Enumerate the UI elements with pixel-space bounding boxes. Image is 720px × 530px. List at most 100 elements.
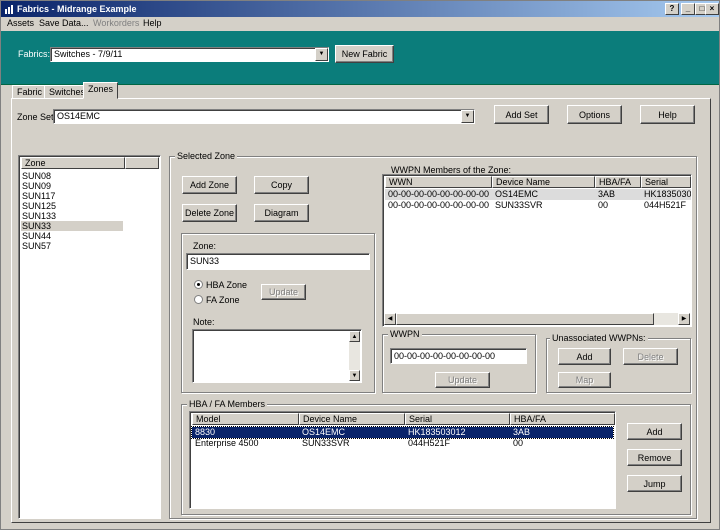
chevron-down-icon[interactable]: ▼ — [315, 48, 328, 61]
zone-set-select-value: OS14EMC — [57, 111, 101, 121]
hba-fa-cell: 00 — [598, 200, 609, 210]
device-name-cell: SUN33SVR — [302, 438, 350, 448]
serial-cell: HK18350301: — [644, 189, 691, 199]
close-button[interactable]: × — [705, 3, 719, 15]
wwpn-field[interactable]: 00-00-00-00-00-00-00-00 — [390, 348, 527, 364]
tab-zones[interactable]: Zones — [83, 82, 119, 99]
wwpn-members-table[interactable]: WWN Device Name HBA/FA Serial 00-00-00-0… — [382, 174, 692, 327]
delete-zone-button[interactable]: Delete Zone — [182, 204, 237, 222]
menu-bar: Assets Save Data... Workorders Help — [1, 17, 719, 31]
fabric-bar: Fabrics: Switches - 7/9/11 ▼ New Fabric — [1, 31, 719, 85]
menu-save-data[interactable]: Save Data... — [39, 18, 89, 28]
hba-add-button[interactable]: Add — [627, 423, 682, 440]
table-row[interactable]: 00-00-00-00-00-00-00-00 OS14EMC 3AB HK18… — [385, 189, 691, 200]
app-icon — [5, 5, 13, 14]
zone-list[interactable]: Zone SUN08 SUN09 SUN117 SUN125 SUN133 SU… — [18, 155, 161, 519]
add-zone-button[interactable]: Add Zone — [182, 176, 237, 194]
model-column-header[interactable]: Model — [192, 413, 299, 425]
minimize-button[interactable]: _ — [681, 3, 695, 15]
zone-list-item[interactable]: SUN44 — [21, 231, 51, 241]
device-name-column-header[interactable]: Device Name — [299, 413, 405, 425]
zone-column-filler — [125, 157, 159, 169]
add-set-button[interactable]: Add Set — [494, 105, 549, 124]
unassociated-wwpns-label: Unassociated WWPNs: — [550, 333, 648, 343]
zone-list-item[interactable]: SUN117 — [21, 191, 55, 201]
hba-zone-label: HBA Zone — [206, 280, 248, 290]
hba-fa-members-table[interactable]: Model Device Name Serial HBA/FA 8830 OS1… — [189, 411, 616, 509]
menu-workorders: Workorders — [93, 18, 140, 28]
device-name-cell: SUN33SVR — [495, 200, 543, 210]
wwpn-group-label: WWPN — [388, 329, 422, 339]
menu-assets[interactable]: Assets — [7, 18, 34, 28]
main-window: Fabrics - Midrange Example ? _ □ × Asset… — [0, 0, 720, 530]
new-fabric-button[interactable]: New Fabric — [335, 45, 394, 63]
serial-column-header[interactable]: Serial — [641, 176, 691, 188]
table-row-selected[interactable]: 8830 OS14EMC HK183503012 3AB — [191, 426, 614, 439]
help-button[interactable]: Help — [640, 105, 695, 124]
wwn-cell: 00-00-00-00-00-00-00-00 — [388, 200, 490, 210]
copy-button[interactable]: Copy — [254, 176, 309, 194]
note-label: Note: — [193, 317, 215, 327]
options-button[interactable]: Options — [567, 105, 622, 124]
fabrics-label: Fabrics: — [18, 49, 51, 59]
zone-name-field[interactable]: SUN33 — [186, 253, 370, 270]
tab-fabric[interactable]: Fabric — [12, 85, 48, 99]
zone-name-label: Zone: — [193, 241, 217, 251]
zone-list-item[interactable]: SUN08 — [21, 171, 51, 181]
fabrics-select-value: Switches - 7/9/11 — [54, 49, 123, 59]
wwpn-members-header: WWN Device Name HBA/FA Serial — [385, 176, 691, 188]
chevron-down-icon[interactable]: ▼ — [461, 110, 474, 123]
title-bar: Fabrics - Midrange Example ? _ □ × — [1, 1, 719, 17]
hba-zone-radio[interactable] — [194, 280, 203, 289]
hba-fa-column-header[interactable]: HBA/FA — [595, 176, 641, 188]
serial-column-header[interactable]: Serial — [405, 413, 510, 425]
wwn-column-header[interactable]: WWN — [385, 176, 492, 188]
table-row[interactable]: 00-00-00-00-00-00-00-00 SUN33SVR 00 044H… — [385, 200, 691, 211]
scroll-up-icon[interactable]: ▲ — [349, 331, 360, 342]
zone-list-item[interactable]: SUN57 — [21, 241, 51, 251]
diagram-button[interactable]: Diagram — [254, 204, 309, 222]
model-cell: Enterprise 4500 — [195, 438, 259, 448]
wwpn-horizontal-scrollbar[interactable]: ◀ ▶ — [384, 313, 690, 325]
scroll-down-icon[interactable]: ▼ — [349, 370, 360, 381]
zone-update-button: Update — [261, 284, 306, 300]
wwpn-update-button: Update — [435, 372, 490, 388]
unassociated-delete-button: Delete — [623, 348, 678, 365]
window-title: Fabrics - Midrange Example — [17, 4, 137, 14]
zone-list-header: Zone — [21, 157, 159, 169]
hba-jump-button[interactable]: Jump — [627, 475, 682, 492]
zone-set-select[interactable]: OS14EMC ▼ — [53, 109, 475, 124]
model-cell: 8830 — [195, 427, 216, 437]
zone-list-item[interactable]: SUN125 — [21, 201, 56, 211]
note-textarea[interactable]: ▲ ▼ — [192, 329, 362, 383]
zone-list-item[interactable]: SUN133 — [21, 211, 56, 221]
menu-help[interactable]: Help — [143, 18, 162, 28]
hba-fa-column-header[interactable]: HBA/FA — [510, 413, 615, 425]
fa-zone-label: FA Zone — [206, 295, 240, 305]
device-name-cell: OS14EMC — [302, 427, 346, 437]
hba-remove-button[interactable]: Remove — [627, 449, 682, 466]
serial-cell: 044H521F — [644, 200, 687, 210]
scroll-left-icon[interactable]: ◀ — [384, 313, 396, 325]
zone-list-item[interactable]: SUN09 — [21, 181, 51, 191]
unassociated-add-button[interactable]: Add — [558, 348, 611, 365]
hba-fa-cell: 3AB — [513, 427, 531, 437]
table-row[interactable]: Enterprise 4500 SUN33SVR 044H521F 00 — [192, 438, 613, 449]
scroll-right-icon[interactable]: ▶ — [678, 313, 690, 325]
hba-fa-cell: 3AB — [598, 189, 616, 199]
note-scroll-track[interactable] — [349, 342, 360, 371]
help-title-button[interactable]: ? — [665, 3, 679, 15]
wwn-cell: 00-00-00-00-00-00-00-00 — [388, 189, 490, 199]
hba-fa-cell: 00 — [513, 438, 524, 448]
hba-fa-members-header: Model Device Name Serial HBA/FA — [192, 413, 615, 425]
zone-column-header[interactable]: Zone — [21, 157, 125, 169]
zone-set-label: Zone Set: — [17, 112, 57, 122]
fabrics-select[interactable]: Switches - 7/9/11 ▼ — [50, 47, 329, 62]
serial-cell: 044H521F — [408, 438, 451, 448]
map-button: Map — [558, 372, 611, 388]
zone-list-item-selected[interactable]: SUN33 — [21, 221, 123, 231]
device-name-column-header[interactable]: Device Name — [492, 176, 595, 188]
fa-zone-radio[interactable] — [194, 295, 203, 304]
scroll-thumb[interactable] — [396, 313, 654, 325]
device-name-cell: OS14EMC — [495, 189, 539, 199]
